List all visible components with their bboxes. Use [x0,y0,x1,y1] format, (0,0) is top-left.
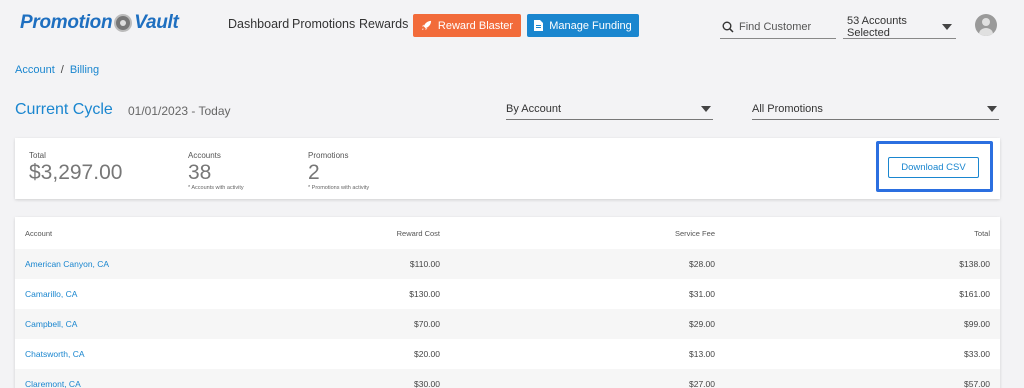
header-total[interactable]: Total [815,219,990,249]
accounts-label: Accounts [188,151,221,160]
service-fee-cell: $31.00 [689,289,715,299]
total-cell: $57.00 [964,379,990,388]
manage-funding-button[interactable]: Manage Funding [527,14,639,37]
reward-cost-cell: $70.00 [414,319,440,329]
reward-blaster-button[interactable]: Reward Blaster [413,14,521,37]
breadcrumb-account[interactable]: Account [15,64,55,76]
header-account[interactable]: Account [25,219,52,249]
breadcrumb-billing[interactable]: Billing [70,64,99,76]
promotion-vault-logo[interactable]: Promotion Vault [20,10,179,36]
total-cell: $99.00 [964,319,990,329]
table-row: Camarillo, CA $130.00 $31.00 $161.00 [15,279,1000,309]
reward-blaster-label: Reward Blaster [437,19,514,32]
logo-text-left: Promotion [20,12,113,33]
breadcrumb-separator: / [60,64,64,76]
total-cell: $138.00 [959,259,990,269]
cycle-date-range: 01/01/2023 - Today [128,104,231,118]
total-cell: $161.00 [959,289,990,299]
account-link[interactable]: American Canyon, CA [25,249,109,279]
nav-dashboard[interactable]: Dashboard [228,17,289,31]
promotions-filter-value: All Promotions [752,102,823,115]
reward-cost-cell: $130.00 [409,289,440,299]
view-by-value: By Account [506,102,562,115]
logo-text-right: Vault [134,12,179,33]
customer-search [720,15,836,39]
nav-promotions[interactable]: Promotions [292,17,355,31]
account-link[interactable]: Chatsworth, CA [25,339,85,369]
view-by-select[interactable]: By Account [506,98,713,120]
user-avatar-icon[interactable] [975,14,997,36]
breadcrumb: Account / Billing [15,64,99,76]
chevron-down-icon [942,23,952,30]
accounts-value: 38 [188,161,212,184]
avatar-head [982,18,990,26]
vault-dial-icon [114,14,133,32]
header-service-fee[interactable]: Service Fee [540,219,715,249]
chevron-down-icon [701,105,711,112]
promotions-label: Promotions [308,151,349,160]
find-customer-input[interactable] [739,20,829,33]
table-row: Chatsworth, CA $20.00 $13.00 $33.00 [15,339,1000,369]
table-row: Claremont, CA $30.00 $27.00 $57.00 [15,369,1000,388]
summary-card: Total $3,297.00 Accounts 38 * Accounts w… [15,138,1000,199]
promotions-filter-select[interactable]: All Promotions [752,98,999,120]
rocket-icon [421,20,431,31]
reward-cost-cell: $30.00 [414,379,440,388]
accounts-select[interactable]: 53 Accounts Selected [843,15,956,39]
total-value: $3,297.00 [29,161,123,184]
table-row: American Canyon, CA $110.00 $28.00 $138.… [15,249,1000,279]
document-icon [534,20,544,31]
service-fee-cell: $28.00 [689,259,715,269]
table-row: Campbell, CA $70.00 $29.00 $99.00 [15,309,1000,339]
table-header-row: Account Reward Cost Service Fee Total [15,219,1000,249]
service-fee-cell: $27.00 [689,379,715,388]
nav-rewards[interactable]: Rewards [359,17,408,31]
total-cell: $33.00 [964,349,990,359]
manage-funding-label: Manage Funding [549,19,632,32]
accounts-selected-value: 53 Accounts Selected [847,14,907,39]
promotions-value: 2 [308,161,320,184]
promotions-note: * Promotions with activity [308,185,370,191]
download-csv-button[interactable]: Download CSV [888,157,979,178]
avatar-body [979,28,993,36]
reward-cost-cell: $20.00 [414,349,440,359]
header-reward-cost[interactable]: Reward Cost [265,219,440,249]
top-nav: Promotion Vault Dashboard Promotions Rew… [0,0,1024,50]
page-title: Current Cycle [15,101,113,118]
chevron-down-icon [987,105,997,112]
search-icon [722,21,734,33]
service-fee-cell: $13.00 [689,349,715,359]
total-label: Total [29,151,46,160]
account-link[interactable]: Campbell, CA [25,309,77,339]
accounts-note: * Accounts with activity [188,185,244,191]
account-link[interactable]: Claremont, CA [25,369,81,388]
service-fee-cell: $29.00 [689,319,715,329]
account-link[interactable]: Camarillo, CA [25,279,77,309]
reward-cost-cell: $110.00 [409,259,440,269]
billing-table: Account Reward Cost Service Fee Total Am… [15,217,1000,388]
